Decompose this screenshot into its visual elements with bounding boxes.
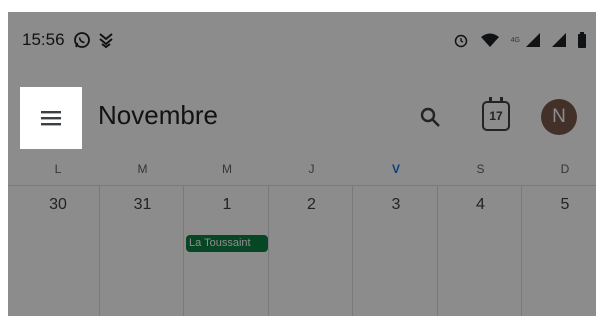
month-title[interactable]: Novembre: [98, 100, 218, 131]
alarm-icon: [453, 32, 469, 48]
column-divider: [267, 186, 269, 316]
account-avatar[interactable]: N: [541, 99, 577, 135]
column-divider: [183, 186, 184, 316]
battery-icon: [578, 32, 586, 48]
whatsapp-icon: [73, 31, 91, 49]
day-of-week-label: M: [222, 162, 232, 176]
day-of-week-label: V: [391, 162, 400, 176]
column-divider: [521, 186, 522, 316]
day-cell-date[interactable]: 1: [185, 196, 269, 214]
week-grid: 30 31 1 2 3 4 5 La Toussaint: [8, 186, 596, 316]
day-cell-date[interactable]: 4: [439, 196, 523, 214]
search-icon: [420, 107, 440, 127]
menu-button[interactable]: [20, 87, 82, 149]
wifi-icon: [480, 33, 499, 47]
day-cell-date[interactable]: 31: [101, 196, 185, 214]
event-chip[interactable]: La Toussaint: [186, 235, 268, 252]
signal-icon: [552, 33, 566, 47]
app-bar: Novembre 17 N: [8, 85, 596, 151]
day-of-week-label: D: [560, 162, 570, 176]
day-of-week-label: J: [308, 162, 315, 176]
day-cell-date[interactable]: 5: [523, 196, 596, 214]
today-date-label: 17: [489, 109, 503, 123]
calendar-screen: 15:56 4G Novembre 17 N L M M J V S D 30 …: [8, 12, 596, 316]
column-divider: [352, 186, 353, 316]
menu-icon: [41, 111, 61, 126]
search-button[interactable]: [416, 103, 444, 131]
signal-icon: [526, 33, 540, 47]
avatar-initial: N: [552, 106, 566, 127]
column-divider: [98, 186, 100, 316]
day-cell-date[interactable]: 30: [16, 196, 100, 214]
network-type-label: 4G: [510, 36, 520, 44]
column-divider: [436, 186, 438, 316]
status-time: 15:56: [22, 30, 65, 49]
today-button[interactable]: 17: [482, 97, 510, 131]
day-of-week-label: M: [137, 162, 148, 176]
status-bar: 15:56 4G: [8, 12, 596, 68]
notification-icon: [97, 31, 115, 49]
day-of-week-label: S: [476, 162, 485, 176]
day-of-week-label: L: [54, 162, 62, 176]
day-cell-date[interactable]: 2: [270, 196, 354, 214]
day-cell-date[interactable]: 3: [354, 196, 438, 214]
